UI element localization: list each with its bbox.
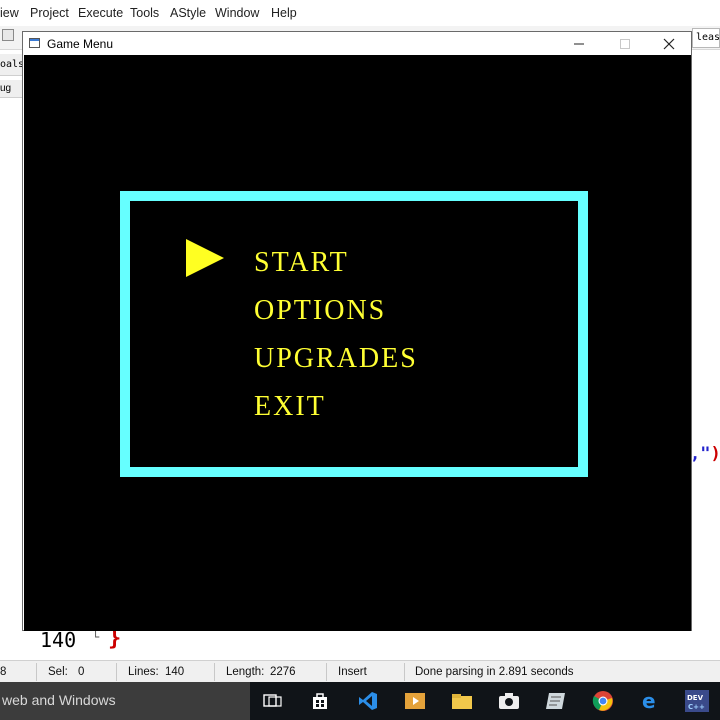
project-tab[interactable]: oals [0,54,22,76]
code-paren-fragment: ) [710,444,720,464]
store-icon[interactable] [307,688,333,714]
status-lines-value: 140 [165,666,185,678]
status-lines-label: Lines: [128,666,159,678]
status-length-label: Length: [226,666,265,678]
menu-view[interactable]: iew [0,6,19,20]
debug-tab[interactable]: ug [0,80,22,98]
edge-icon[interactable]: e [637,688,663,714]
game-canvas[interactable]: START OPTIONS UPGRADES EXIT [24,55,691,631]
game-menu-window: Game Menu START OPTIONS UPGRADES EXIT [22,31,692,631]
status-separator [326,663,327,681]
vscode-icon[interactable] [355,688,381,714]
taskbar-search-text: web and Windows [2,692,116,708]
status-sel-label: Sel: [48,666,68,678]
taskbar-search-box[interactable]: web and Windows [0,682,250,720]
status-separator [214,663,215,681]
menu-option-options[interactable]: OPTIONS [254,297,386,325]
status-sel-value: 0 [78,666,85,678]
menu-astyle[interactable]: AStyle [170,6,206,20]
build-config-combo[interactable]: lease [692,28,720,48]
menu-tools[interactable]: Tools [130,6,159,20]
task-view-icon[interactable] [260,688,286,714]
close-button[interactable] [647,32,691,55]
notes-icon[interactable] [543,688,569,714]
project-pane [0,98,22,658]
status-mode: Insert [338,666,367,678]
maximize-icon [620,38,630,49]
menu-help[interactable]: Help [271,6,297,20]
status-length-value: 2276 [270,666,296,678]
svg-text:DEV: DEV [687,694,704,702]
menu-window[interactable]: Window [215,6,259,20]
status-separator [404,663,405,681]
menu-selection-arrow-icon [186,239,224,277]
code-fragment: ,") [690,444,720,464]
menu-frame [120,191,588,477]
camera-icon[interactable] [496,688,522,714]
status-separator [116,663,117,681]
status-message: Done parsing in 2.891 seconds [415,666,574,678]
maximize-button[interactable] [603,32,647,55]
ide-menubar: iew Project Execute Tools AStyle Window … [0,0,720,26]
svg-text:e: e [642,690,656,712]
editor-area-bottom[interactable] [22,631,692,659]
fold-marker-icon: └ [92,630,100,644]
line-number: 140 [40,628,77,652]
close-icon [663,38,675,49]
window-titlebar[interactable]: Game Menu [23,32,691,55]
media-player-icon[interactable] [402,688,428,714]
window-title: Game Menu [47,37,114,51]
status-column: 8 [0,666,7,678]
menu-execute[interactable]: Execute [78,6,123,20]
minimize-icon [574,43,584,44]
status-separator [36,663,37,681]
chrome-icon[interactable] [590,688,616,714]
app-icon [29,38,40,48]
menu-project[interactable]: Project [30,6,69,20]
windows-taskbar: web and Windows e DEV C++ [0,682,720,720]
code-string-fragment: ," [690,444,711,464]
editor-area[interactable] [692,60,720,658]
ide-statusbar: 8 Sel: 0 Lines: 140 Length: 2276 Insert … [0,660,720,682]
toolbar-button[interactable] [2,29,14,41]
devcpp-icon[interactable]: DEV C++ [684,688,710,714]
menu-option-upgrades[interactable]: UPGRADES [254,345,418,373]
menu-option-start[interactable]: START [254,249,349,277]
svg-text:C++: C++ [688,703,705,711]
minimize-button[interactable] [557,32,601,55]
menu-option-exit[interactable]: EXIT [254,393,326,421]
file-explorer-icon[interactable] [449,688,475,714]
